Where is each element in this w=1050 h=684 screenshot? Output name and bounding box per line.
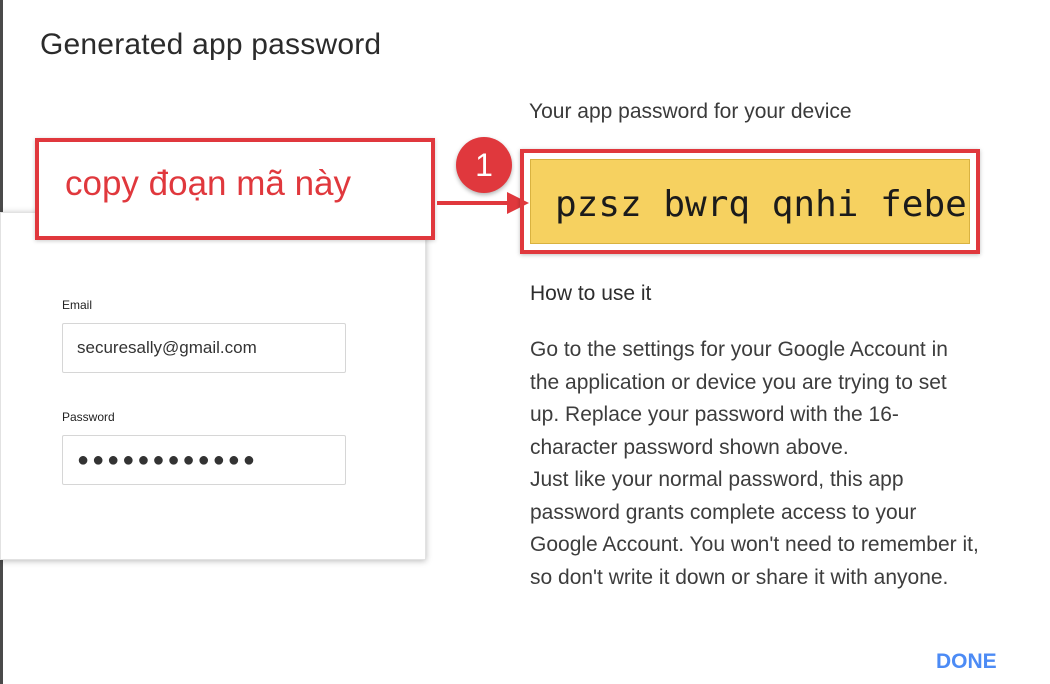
email-label: Email xyxy=(62,298,93,312)
password-label: Password xyxy=(62,410,115,424)
annotation-callout: copy đoạn mã này xyxy=(35,138,435,240)
instruction-line: character password shown above. xyxy=(530,435,849,459)
annotation-text: copy đoạn mã này xyxy=(65,164,352,203)
email-field[interactable]: securesally@gmail.com xyxy=(62,323,346,373)
how-to-instructions: Go to the settings for your Google Accou… xyxy=(530,334,1030,594)
instruction-line: password grants complete access to your xyxy=(530,500,917,524)
how-to-heading: How to use it xyxy=(530,282,652,305)
instruction-line: so don't write it down or share it with … xyxy=(530,565,949,589)
app-password-value[interactable]: pzsz bwrq qnhi febe xyxy=(555,184,967,225)
instruction-line: the application or device you are trying… xyxy=(530,370,947,394)
app-password-heading: Your app password for your device xyxy=(529,100,852,123)
device-signin-card: Email securesally@gmail.com Password ●●●… xyxy=(0,212,426,560)
password-field[interactable]: ●●●●●●●●●●●● xyxy=(62,435,346,485)
done-button[interactable]: DONE xyxy=(922,648,1011,676)
instruction-line: Go to the settings for your Google Accou… xyxy=(530,338,948,361)
instruction-line: Just like your normal password, this app xyxy=(530,468,904,491)
app-password-field[interactable]: pzsz bwrq qnhi febe xyxy=(530,159,970,244)
instruction-line: up. Replace your password with the 16- xyxy=(530,403,899,426)
instruction-line: Google Account. You won't need to rememb… xyxy=(530,533,979,556)
step-badge: 1 xyxy=(456,137,512,193)
app-password-highlight: pzsz bwrq qnhi febe xyxy=(520,149,980,254)
dialog-title: Generated app password xyxy=(40,28,382,61)
